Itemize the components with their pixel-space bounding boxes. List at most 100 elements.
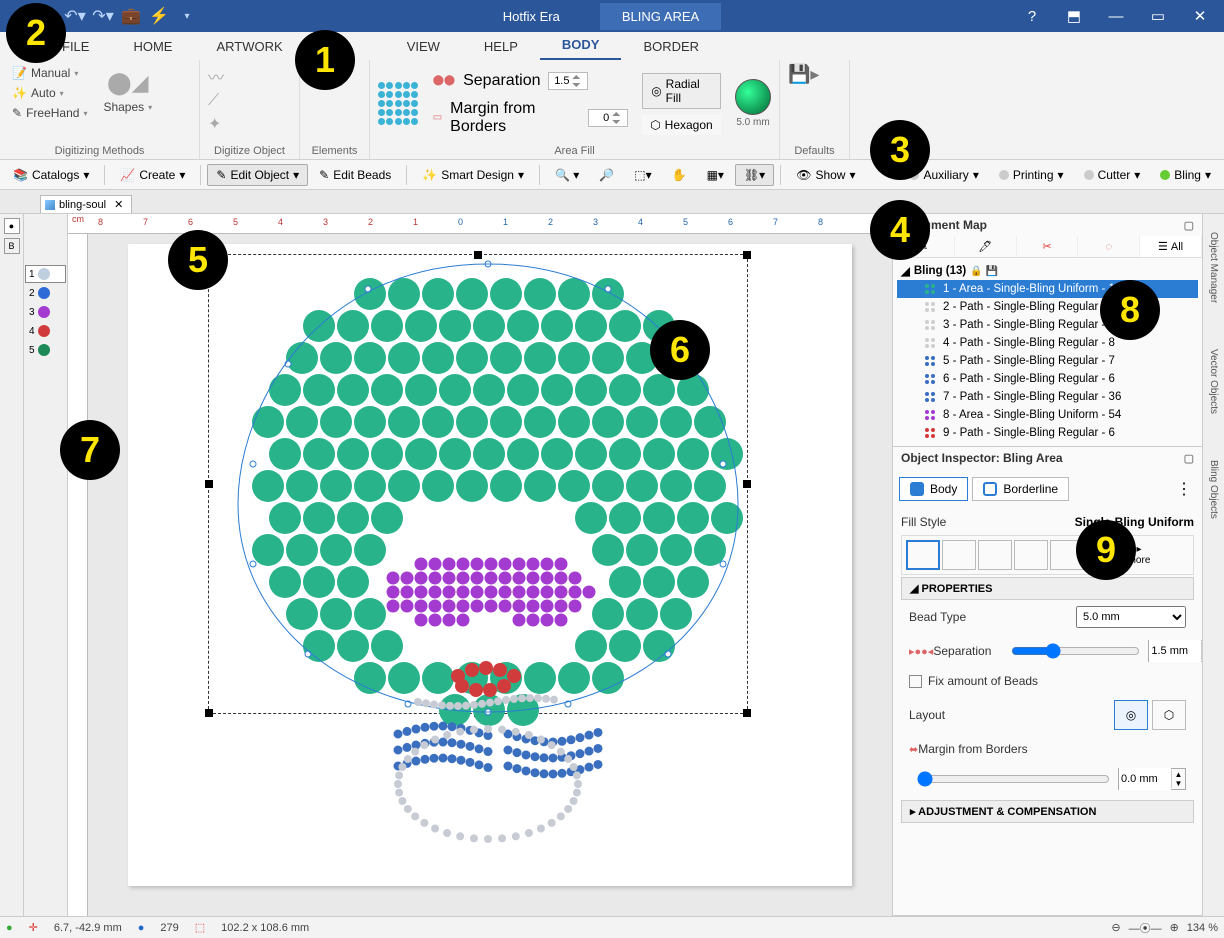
palette-bead-2[interactable]: 2 (25, 284, 66, 302)
layout-radial-icon[interactable]: ◎ (1114, 700, 1148, 730)
bold-icon[interactable]: B (4, 238, 20, 254)
layout-hex-icon[interactable]: ⬡ (1152, 700, 1186, 730)
palette-bead-5[interactable]: 5 (25, 341, 66, 359)
palette-bead-4[interactable]: 4 (25, 322, 66, 340)
hexagon-button[interactable]: ⬡ Hexagon (642, 115, 721, 135)
ribbon-toggle-icon[interactable]: ⬒ (1054, 0, 1094, 32)
tab-help[interactable]: HELP (462, 33, 540, 60)
qat-bolt-icon[interactable]: ⚡ (148, 5, 170, 27)
inspector-menu-icon[interactable]: ⋮ (1172, 475, 1196, 503)
printing-toggle[interactable]: Printing ▾ (990, 164, 1073, 186)
curve2-icon[interactable]: ⟋ (208, 92, 219, 110)
zoom-out-button[interactable]: ⊖ (1111, 921, 1120, 934)
marker-icon[interactable]: ● (4, 218, 20, 234)
file-tab[interactable]: bling-soul ✕ (40, 195, 132, 213)
fillstyle-uniform-icon[interactable] (906, 540, 940, 570)
cutter-toggle[interactable]: Cutter ▾ (1075, 164, 1150, 186)
zoom-in-icon[interactable]: 🔍 ▾ (546, 164, 588, 186)
fix-beads-checkbox[interactable] (909, 675, 922, 688)
filter-all[interactable]: ☰ All (1140, 236, 1202, 257)
document-tree[interactable]: ◢ Bling (13) 🔒 💾 1 - Area - Single-Bling… (893, 258, 1202, 446)
panel-pin-icon[interactable]: ▢ (1184, 219, 1194, 232)
save-defaults-icon[interactable]: 💾▸ (788, 64, 819, 85)
manual-button[interactable]: 📝 Manual ▾ (8, 64, 91, 82)
adjustment-header[interactable]: ▸ ADJUSTMENT & COMPENSATION (901, 800, 1194, 823)
filter-pen-icon[interactable]: 🖊 (955, 236, 1017, 257)
qat-redo-icon[interactable]: ↷▾ (92, 5, 114, 27)
zoom-fit-icon[interactable]: ▦▾ (698, 164, 733, 186)
auto-button[interactable]: ✨ Auto ▾ (8, 84, 91, 102)
sidetab-vector-objects[interactable]: Vector Objects (1206, 341, 1221, 422)
palette-bead-3[interactable]: 3 (25, 303, 66, 321)
catalogs-button[interactable]: 📚 Catalogs ▾ (4, 164, 98, 186)
window-controls: ? ⬒ — ▭ ✕ (1012, 0, 1220, 32)
tree-node[interactable]: 8 - Area - Single-Bling Uniform - 54 (897, 406, 1198, 424)
qat-undo-icon[interactable]: ↶▾ (64, 5, 86, 27)
tab-artwork[interactable]: ARTWORK (194, 33, 304, 60)
margin-slider[interactable] (917, 771, 1110, 787)
smart-design-button[interactable]: ✨ Smart Design ▾ (413, 164, 533, 186)
maximize-button[interactable]: ▭ (1138, 0, 1178, 32)
edit-object-button[interactable]: ✎ Edit Object ▾ (207, 164, 308, 186)
qat-save-icon[interactable]: 💼 (120, 5, 142, 27)
curve1-icon[interactable]: 〰 (208, 64, 224, 88)
sidetab-object-manager[interactable]: Object Manager (1206, 224, 1221, 311)
snap-icon[interactable]: ⛓▾ (735, 164, 774, 186)
fill-style-label: Fill Style (901, 515, 946, 529)
separation-slider[interactable] (1011, 643, 1140, 659)
tab-body[interactable]: BODY (540, 31, 622, 60)
bead-gem-icon[interactable] (735, 79, 771, 115)
create-button[interactable]: 📈 Create ▾ (111, 164, 194, 186)
tree-node[interactable]: 9 - Path - Single-Bling Regular - 6 (897, 424, 1198, 442)
file-tab-close-icon[interactable]: ✕ (114, 198, 123, 211)
tab-view[interactable]: VIEW (385, 33, 462, 60)
palette-bead-1[interactable]: 1 (25, 265, 66, 283)
bead-type-select[interactable]: 5.0 mm (1076, 606, 1186, 628)
margin-input[interactable] (588, 109, 628, 127)
panel-pin-icon[interactable]: ▢ (1184, 452, 1194, 465)
inspector-tab-body[interactable]: Body (899, 477, 968, 501)
design-canvas[interactable] (88, 234, 892, 916)
fillstyle-2-icon[interactable] (942, 540, 976, 570)
shapes-button[interactable]: Shapes▾ (99, 98, 156, 116)
filter-bling-icon[interactable]: ◌ (1078, 236, 1140, 257)
tree-root[interactable]: ◢ Bling (13) 🔒 💾 (897, 262, 1198, 280)
filter-cut-icon[interactable]: ✂ (1017, 236, 1079, 257)
bling-toggle[interactable]: Bling ▾ (1151, 164, 1220, 186)
separation-icon: ⬤⬤ (433, 75, 455, 86)
zoom-fit-button[interactable]: —⦿— (1129, 920, 1162, 936)
freehand-button[interactable]: ✎ FreeHand ▾ (8, 104, 91, 122)
tab-home[interactable]: HOME (111, 33, 194, 60)
close-button[interactable]: ✕ (1180, 0, 1220, 32)
edit-beads-button[interactable]: ✎ Edit Beads (310, 164, 400, 186)
curve3-icon[interactable]: ✦ (208, 114, 221, 134)
shapes-icon[interactable]: ⬤◢ (107, 70, 149, 96)
tree-node[interactable]: 5 - Path - Single-Bling Regular - 7 (897, 352, 1198, 370)
separation-input[interactable] (548, 72, 588, 90)
radial-fill-button[interactable]: ◎ Radial Fill (642, 73, 721, 109)
fill-style-picker[interactable]: ▸more (901, 535, 1194, 575)
zoom-rect-icon[interactable]: ⬚▾ (625, 164, 660, 186)
help-button[interactable]: ? (1012, 0, 1052, 32)
tree-node[interactable]: 7 - Path - Single-Bling Regular - 36 (897, 388, 1198, 406)
show-button[interactable]: 👁 Show ▾ (787, 164, 864, 186)
properties-header[interactable]: ◢ PROPERTIES (901, 577, 1194, 600)
vertical-ruler (68, 234, 88, 916)
qat-more-icon[interactable]: ▾ (176, 5, 198, 27)
sidetab-bling-objects[interactable]: Bling Objects (1206, 452, 1221, 527)
annotation-8: 8 (1100, 280, 1160, 340)
fillstyle-4-icon[interactable] (1014, 540, 1048, 570)
minimize-button[interactable]: — (1096, 0, 1136, 32)
separation-field[interactable]: ▲▼ (1148, 640, 1202, 662)
side-tab-strip: Object Manager Vector Objects Bling Obje… (1202, 214, 1224, 916)
tree-node[interactable]: 4 - Path - Single-Bling Regular - 8 (897, 334, 1198, 352)
tab-border[interactable]: BORDER (621, 33, 721, 60)
fillstyle-3-icon[interactable] (978, 540, 1012, 570)
zoom-in-button[interactable]: ⊕ (1170, 921, 1179, 934)
margin-field[interactable]: ▲▼ (1118, 768, 1186, 790)
pan-icon[interactable]: ✋ (663, 164, 696, 186)
inspector-tab-border[interactable]: Borderline (972, 477, 1069, 501)
zoom-out-icon[interactable]: 🔎 (590, 164, 623, 186)
tree-node[interactable]: 6 - Path - Single-Bling Regular - 6 (897, 370, 1198, 388)
context-tab[interactable]: BLING AREA (600, 3, 721, 30)
